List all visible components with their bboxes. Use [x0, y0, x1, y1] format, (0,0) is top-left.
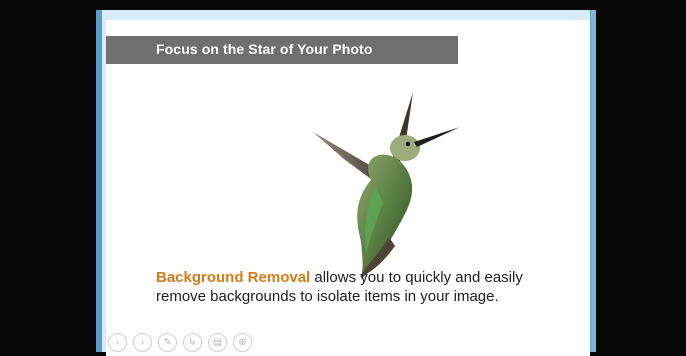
slideshow-toolbar: ‹ › ✎ ↳ ▤ ⊕: [108, 330, 252, 354]
slide-canvas: Focus on the Star of Your Photo Backgrou…: [106, 20, 590, 356]
zoom-icon: ⊕: [238, 336, 247, 348]
pen-icon: ✎: [163, 336, 172, 348]
slides-icon: ▤: [212, 336, 223, 348]
slide-title-bar: Focus on the Star of Your Photo: [106, 36, 458, 64]
slides-button[interactable]: ▤: [208, 332, 227, 352]
slide-caption: Background Removal allows you to quickly…: [156, 268, 546, 306]
hummingbird-image: [313, 92, 460, 279]
previous-slide-button[interactable]: ‹: [108, 332, 127, 352]
slide-title: Focus on the Star of Your Photo: [156, 41, 373, 57]
caption-highlight: Background Removal: [156, 269, 311, 286]
slide-frame: Focus on the Star of Your Photo Backgrou…: [96, 10, 596, 356]
pointer-icon: ↳: [188, 336, 197, 348]
next-icon: ›: [140, 336, 145, 348]
pointer-button[interactable]: ↳: [183, 332, 202, 352]
frame-edge: [591, 10, 596, 352]
next-slide-button[interactable]: ›: [133, 332, 152, 352]
previous-icon: ‹: [115, 336, 120, 348]
pen-button[interactable]: ✎: [158, 332, 177, 352]
zoom-button[interactable]: ⊕: [233, 332, 252, 352]
presentation-screen: Focus on the Star of Your Photo Backgrou…: [0, 0, 686, 356]
